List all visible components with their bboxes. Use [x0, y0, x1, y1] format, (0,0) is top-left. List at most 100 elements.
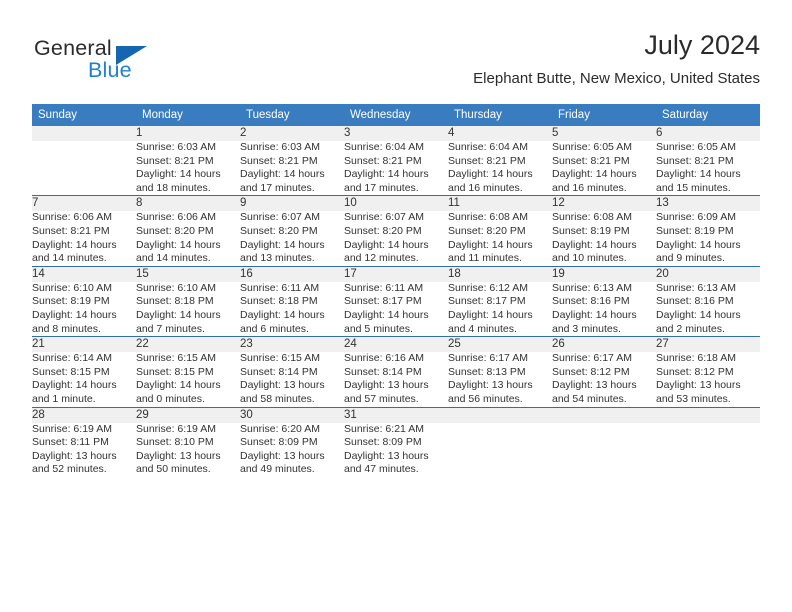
day-number[interactable]: 29	[136, 406, 240, 423]
day-number[interactable]: 10	[344, 195, 448, 212]
day-number[interactable]: 19	[552, 265, 656, 282]
daylight-text-line1: Daylight: 14 hours	[552, 308, 637, 321]
day-number[interactable]: 15	[136, 265, 240, 282]
daylight-text-line2: and 4 minutes.	[448, 322, 517, 335]
daylight-text-line1: Daylight: 14 hours	[552, 238, 637, 251]
day-cell[interactable]: Sunrise: 6:16 AM Sunset: 8:14 PM Daylight:…	[344, 352, 448, 407]
calendar-week-row: 14 15 16 17 18 19 20	[32, 265, 760, 282]
day-cell[interactable]: Sunrise: 6:04 AM Sunset: 8:21 PM Daylight:…	[344, 141, 448, 196]
calendar-week-details-row: Sunrise: 6:19 AM Sunset: 8:11 PM Daylight:…	[32, 423, 760, 477]
day-number[interactable]: 2	[240, 126, 344, 141]
day-number[interactable]: 11	[448, 195, 552, 212]
day-number[interactable]: 8	[136, 195, 240, 212]
sunrise-text: Sunrise: 6:21 AM	[344, 422, 424, 435]
sunset-text: Sunset: 8:12 PM	[552, 365, 630, 378]
day-number[interactable]: 3	[344, 126, 448, 141]
sunset-text: Sunset: 8:16 PM	[656, 295, 734, 308]
daylight-text-line2: and 57 minutes.	[344, 392, 419, 405]
day-number[interactable]: 4	[448, 126, 552, 141]
day-number[interactable]: 28	[32, 406, 136, 423]
general-blue-logo[interactable]: General Blue	[32, 36, 252, 92]
day-number[interactable]: 13	[656, 195, 760, 212]
day-number[interactable]: 30	[240, 406, 344, 423]
weekday-header-sunday: Sunday	[32, 104, 136, 126]
day-cell[interactable]: Sunrise: 6:14 AM Sunset: 8:15 PM Daylight:…	[32, 352, 136, 407]
day-cell[interactable]: Sunrise: 6:07 AM Sunset: 8:20 PM Daylight:…	[240, 211, 344, 266]
day-cell[interactable]: Sunrise: 6:08 AM Sunset: 8:20 PM Daylight:…	[448, 211, 552, 266]
day-number[interactable]: 31	[344, 406, 448, 423]
sunset-text: Sunset: 8:19 PM	[656, 224, 734, 237]
day-number[interactable]: 21	[32, 336, 136, 353]
day-cell[interactable]: Sunrise: 6:10 AM Sunset: 8:19 PM Daylight:…	[32, 282, 136, 337]
day-number[interactable]: 12	[552, 195, 656, 212]
day-number[interactable]: 27	[656, 336, 760, 353]
day-number[interactable]: 24	[344, 336, 448, 353]
daylight-text-line1: Daylight: 14 hours	[344, 238, 429, 251]
sunset-text: Sunset: 8:15 PM	[136, 365, 214, 378]
day-cell[interactable]: Sunrise: 6:20 AM Sunset: 8:09 PM Daylight:…	[240, 423, 344, 477]
day-cell[interactable]: Sunrise: 6:21 AM Sunset: 8:09 PM Daylight:…	[344, 423, 448, 477]
sunset-text: Sunset: 8:15 PM	[32, 365, 110, 378]
day-cell[interactable]: Sunrise: 6:07 AM Sunset: 8:20 PM Daylight:…	[344, 211, 448, 266]
daylight-text-line1: Daylight: 13 hours	[448, 379, 533, 392]
sunset-text: Sunset: 8:18 PM	[240, 295, 318, 308]
daylight-text-line1: Daylight: 14 hours	[136, 168, 221, 181]
sunset-text: Sunset: 8:20 PM	[344, 224, 422, 237]
daylight-text-line1: Daylight: 14 hours	[240, 238, 325, 251]
day-cell[interactable]: Sunrise: 6:08 AM Sunset: 8:19 PM Daylight:…	[552, 211, 656, 266]
weekday-header-saturday: Saturday	[656, 104, 760, 126]
day-cell[interactable]: Sunrise: 6:03 AM Sunset: 8:21 PM Daylight:…	[240, 141, 344, 196]
day-cell[interactable]: Sunrise: 6:05 AM Sunset: 8:21 PM Daylight:…	[656, 141, 760, 196]
logo-text-blue: Blue	[88, 58, 132, 82]
day-cell[interactable]: Sunrise: 6:13 AM Sunset: 8:16 PM Daylight:…	[552, 282, 656, 337]
day-cell[interactable]: Sunrise: 6:15 AM Sunset: 8:15 PM Daylight:…	[136, 352, 240, 407]
day-cell[interactable]: Sunrise: 6:04 AM Sunset: 8:21 PM Daylight:…	[448, 141, 552, 196]
daylight-text-line2: and 11 minutes.	[448, 252, 522, 265]
day-cell[interactable]: Sunrise: 6:11 AM Sunset: 8:18 PM Daylight:…	[240, 282, 344, 337]
day-cell[interactable]: Sunrise: 6:05 AM Sunset: 8:21 PM Daylight:…	[552, 141, 656, 196]
day-cell[interactable]: Sunrise: 6:18 AM Sunset: 8:12 PM Daylight:…	[656, 352, 760, 407]
day-number[interactable]: 22	[136, 336, 240, 353]
day-cell[interactable]: Sunrise: 6:19 AM Sunset: 8:11 PM Daylight:…	[32, 423, 136, 477]
day-number[interactable]: 20	[656, 265, 760, 282]
weekday-header-monday: Monday	[136, 104, 240, 126]
day-cell[interactable]: Sunrise: 6:19 AM Sunset: 8:10 PM Daylight:…	[136, 423, 240, 477]
day-cell[interactable]: Sunrise: 6:12 AM Sunset: 8:17 PM Daylight:…	[448, 282, 552, 337]
daylight-text-line1: Daylight: 13 hours	[656, 379, 741, 392]
day-cell-empty	[656, 423, 760, 477]
page-header: General Blue July 2024 Elephant Butte, N…	[32, 28, 760, 96]
day-cell[interactable]: Sunrise: 6:09 AM Sunset: 8:19 PM Daylight:…	[656, 211, 760, 266]
day-cell[interactable]: Sunrise: 6:17 AM Sunset: 8:13 PM Daylight:…	[448, 352, 552, 407]
day-cell[interactable]: Sunrise: 6:15 AM Sunset: 8:14 PM Daylight:…	[240, 352, 344, 407]
day-number[interactable]: 6	[656, 126, 760, 141]
calendar-header-row: Sunday Monday Tuesday Wednesday Thursday…	[32, 104, 760, 126]
daylight-text-line2: and 14 minutes.	[32, 252, 107, 265]
daylight-text-line2: and 1 minute.	[32, 392, 96, 405]
day-cell[interactable]: Sunrise: 6:06 AM Sunset: 8:20 PM Daylight:…	[136, 211, 240, 266]
day-cell[interactable]: Sunrise: 6:10 AM Sunset: 8:18 PM Daylight:…	[136, 282, 240, 337]
day-number[interactable]: 18	[448, 265, 552, 282]
daylight-text-line1: Daylight: 14 hours	[656, 168, 741, 181]
day-number[interactable]: 26	[552, 336, 656, 353]
day-number[interactable]: 16	[240, 265, 344, 282]
daylight-text-line1: Daylight: 14 hours	[32, 238, 117, 251]
sunrise-text: Sunrise: 6:16 AM	[344, 352, 424, 365]
day-cell[interactable]: Sunrise: 6:13 AM Sunset: 8:16 PM Daylight:…	[656, 282, 760, 337]
daylight-text-line2: and 9 minutes.	[656, 252, 725, 265]
daylight-text-line1: Daylight: 14 hours	[448, 238, 533, 251]
day-number[interactable]: 14	[32, 265, 136, 282]
daylight-text-line1: Daylight: 14 hours	[448, 168, 533, 181]
day-number[interactable]: 23	[240, 336, 344, 353]
day-number[interactable]: 5	[552, 126, 656, 141]
day-cell[interactable]: Sunrise: 6:17 AM Sunset: 8:12 PM Daylight:…	[552, 352, 656, 407]
daylight-text-line2: and 7 minutes.	[136, 322, 205, 335]
daylight-text-line1: Daylight: 14 hours	[32, 308, 117, 321]
day-cell[interactable]: Sunrise: 6:11 AM Sunset: 8:17 PM Daylight:…	[344, 282, 448, 337]
day-number[interactable]: 17	[344, 265, 448, 282]
day-number[interactable]: 7	[32, 195, 136, 212]
day-cell[interactable]: Sunrise: 6:06 AM Sunset: 8:21 PM Daylight:…	[32, 211, 136, 266]
day-number[interactable]: 1	[136, 126, 240, 141]
day-number[interactable]: 9	[240, 195, 344, 212]
day-number[interactable]: 25	[448, 336, 552, 353]
day-cell[interactable]: Sunrise: 6:03 AM Sunset: 8:21 PM Daylight:…	[136, 141, 240, 196]
